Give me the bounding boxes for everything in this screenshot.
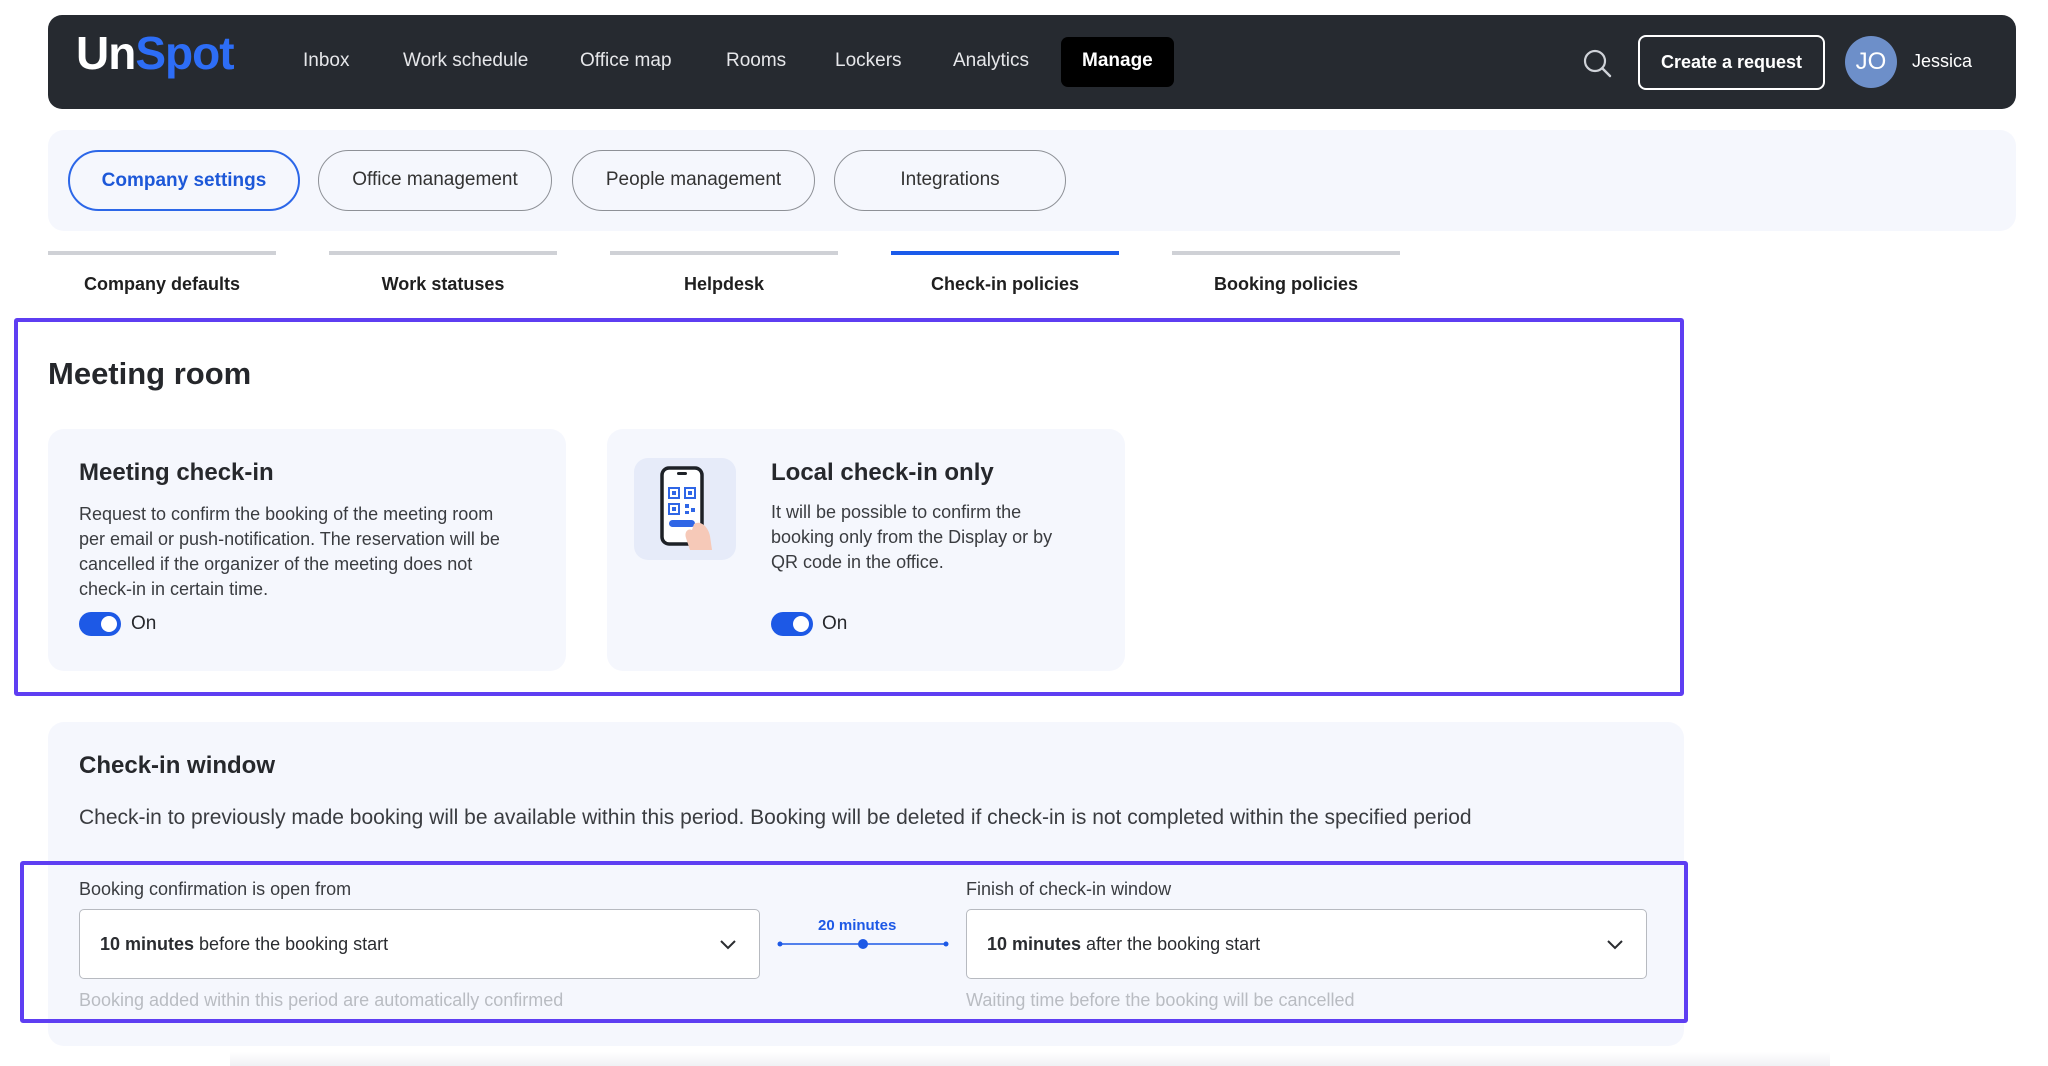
tab-integrations[interactable]: Integrations	[834, 150, 1066, 211]
search-icon[interactable]	[1582, 48, 1612, 78]
phone-qr-code-icon	[634, 458, 736, 560]
check-in-window-title: Check-in window	[79, 752, 276, 779]
unspot-logo[interactable]: UnSpot	[76, 30, 235, 76]
open-from-value: 10 minutes before the booking start	[100, 934, 389, 954]
create-request-button[interactable]: Create a request	[1638, 35, 1825, 90]
sub-tab-indicator	[1172, 251, 1400, 255]
sub-tab-helpdesk[interactable]: Helpdesk	[610, 271, 838, 297]
nav-item-office-map[interactable]: Office map	[580, 47, 672, 75]
nav-item-lockers[interactable]: Lockers	[835, 47, 902, 75]
page-bottom-shadow	[230, 1052, 1830, 1066]
tab-office-management[interactable]: Office management	[318, 150, 552, 211]
check-in-window-description: Check-in to previously made booking will…	[79, 806, 1472, 829]
local-check-in-toggle-label: On	[822, 613, 848, 634]
window-length-connector	[777, 939, 949, 949]
sub-tab-indicator	[329, 251, 557, 255]
open-from-select[interactable]: 10 minutes before the booking start	[79, 909, 760, 979]
sub-tab-work-statuses[interactable]: Work statuses	[329, 271, 557, 297]
meeting-check-in-toggle[interactable]	[79, 612, 121, 636]
sub-tab-company-defaults[interactable]: Company defaults	[48, 271, 276, 297]
chevron-down-icon	[1607, 940, 1623, 950]
open-from-helper: Booking added within this period are aut…	[79, 990, 564, 1010]
sub-tab-booking-policies[interactable]: Booking policies	[1172, 271, 1400, 297]
tab-people-management[interactable]: People management	[572, 150, 815, 211]
meeting-check-in-toggle-label: On	[131, 613, 157, 634]
nav-item-work-schedule[interactable]: Work schedule	[403, 47, 528, 75]
sub-tab-check-in-policies[interactable]: Check-in policies	[891, 271, 1119, 297]
nav-item-rooms[interactable]: Rooms	[726, 47, 786, 75]
user-name[interactable]: Jessica	[1912, 49, 1972, 73]
open-from-label: Booking confirmation is open from	[79, 879, 352, 899]
local-check-in-title: Local check-in only	[771, 459, 994, 486]
nav-item-analytics[interactable]: Analytics	[953, 47, 1029, 75]
sub-tab-indicator-active	[891, 251, 1119, 255]
meeting-check-in-description: Request to confirm the booking of the me…	[79, 504, 500, 599]
sub-tab-indicator	[610, 251, 838, 255]
meeting-check-in-title: Meeting check-in	[79, 459, 274, 486]
sub-tab-indicator	[48, 251, 276, 255]
tab-company-settings[interactable]: Company settings	[68, 150, 300, 211]
finish-window-label: Finish of check-in window	[966, 879, 1172, 899]
chevron-down-icon	[720, 940, 736, 950]
user-avatar[interactable]: JO	[1845, 36, 1897, 88]
local-check-in-description: It will be possible to confirm the booki…	[771, 502, 1053, 572]
meeting-room-title: Meeting room	[48, 356, 252, 391]
nav-item-inbox[interactable]: Inbox	[303, 47, 349, 75]
nav-item-manage[interactable]: Manage	[1061, 37, 1174, 87]
local-check-in-toggle[interactable]	[771, 612, 813, 636]
finish-window-select[interactable]: 10 minutes after the booking start	[966, 909, 1647, 979]
finish-window-value: 10 minutes after the booking start	[987, 934, 1261, 954]
finish-window-helper: Waiting time before the booking will be …	[966, 990, 1355, 1010]
phone-qr-illustration	[660, 466, 712, 550]
